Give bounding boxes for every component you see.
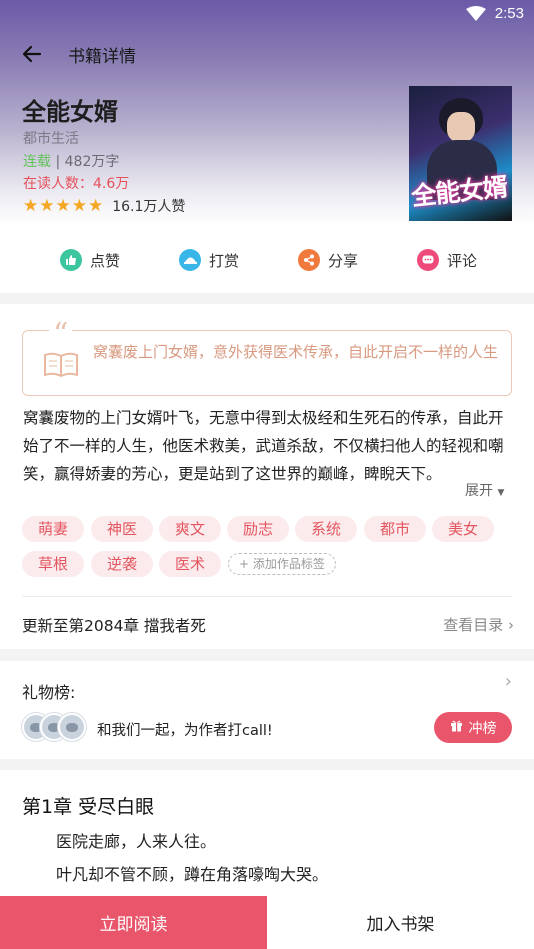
book-status: 连载	[23, 154, 51, 170]
reward-label: 打赏	[209, 251, 240, 270]
share-button[interactable]: 分享	[298, 249, 358, 271]
cover-title: 全能女婿	[409, 172, 509, 212]
avatar	[58, 713, 86, 741]
latest-chapter[interactable]: 更新至第2084章 擋我者死	[22, 614, 206, 636]
tag-item[interactable]: 神医	[91, 516, 154, 542]
comment-label: 评论	[447, 251, 478, 270]
tag-item[interactable]: 励志	[227, 516, 290, 542]
tag-item[interactable]: 草根	[22, 551, 85, 577]
chapter-line: 医院走廊，人来人往。	[56, 832, 217, 851]
wifi-icon	[466, 6, 486, 21]
catalog-link[interactable]: 查看目录 ›	[443, 614, 514, 635]
avatar-stack	[22, 713, 92, 743]
back-arrow-icon[interactable]	[20, 42, 44, 66]
share-icon	[298, 249, 320, 271]
status-time: 2:53	[494, 5, 524, 22]
tag-item[interactable]: 萌妻	[22, 516, 85, 542]
like-count: 16.1万人赞	[112, 199, 186, 215]
tag-item[interactable]: 逆袭	[91, 551, 154, 577]
chevron-right-icon[interactable]: ›	[505, 671, 512, 692]
book-description: 窝囊废物的上门女婿叶飞，无意中得到太极经和生死石的传承，自此开始了不一样的人生，…	[23, 409, 504, 483]
rank-button[interactable]: 冲榜	[434, 712, 512, 743]
top-bar: 书籍详情	[0, 38, 534, 70]
expand-button[interactable]: 展开 ▼	[465, 480, 504, 500]
star-rating-icon: ★★★★★	[23, 196, 105, 216]
chapter-title: 第1章 受尽白眼	[22, 796, 155, 818]
cover-figure-face	[447, 112, 475, 142]
expand-label: 展开	[465, 483, 493, 499]
divider	[22, 596, 512, 597]
tag-item[interactable]: 爽文	[159, 516, 222, 542]
share-label: 分享	[328, 251, 359, 270]
tag-item[interactable]: 都市	[364, 516, 427, 542]
add-tag-button[interactable]: + 添加作品标签	[228, 553, 336, 575]
rank-label: 冲榜	[468, 720, 497, 737]
comment-icon	[417, 249, 439, 271]
gift-icon	[450, 719, 463, 736]
like-label: 点赞	[90, 251, 121, 270]
bottom-bar: 立即阅读 加入书架	[0, 896, 534, 949]
tagline-box: “ 窝囊废上门女婿，意外获得医术传承，自此开启不一样的人生	[22, 317, 512, 396]
reward-button[interactable]: 打赏	[179, 249, 239, 271]
book-title: 全能女婿	[22, 98, 118, 126]
page-title: 书籍详情	[68, 47, 136, 67]
caret-down-icon: ▼	[497, 488, 505, 498]
chapter-preview[interactable]: 第1章 受尽白眼 医院走廊，人来人往。 叶凡却不管不顾，蹲在角落嚎啕大哭。	[0, 770, 534, 896]
quote-mark-icon: “	[49, 317, 73, 352]
book-genre: 都市生活	[23, 131, 79, 147]
like-button[interactable]: 点赞	[60, 249, 120, 271]
gift-cta-text: 和我们一起，为作者打call!	[97, 723, 273, 739]
tag-item[interactable]: 美女	[432, 516, 495, 542]
action-bar: 点赞 打赏 分享 评论	[0, 225, 534, 293]
reward-icon	[179, 249, 201, 271]
tagline-text: 窝囊废上门女婿，意外获得医术传承，自此开启不一样的人生	[93, 343, 499, 361]
gift-rank-title: 礼物榜:	[22, 683, 76, 702]
rating: ★★★★★ 16.1万人赞	[23, 196, 185, 216]
intro-card: “ 窝囊废上门女婿，意外获得医术传承，自此开启不一样的人生 窝囊废物的上门女婿叶…	[0, 304, 534, 649]
chapter-line: 叶凡却不管不顾，蹲在角落嚎啕大哭。	[56, 865, 329, 884]
book-cover[interactable]: 全能女婿	[409, 86, 512, 221]
comment-button[interactable]: 评论	[417, 249, 477, 271]
open-book-icon	[44, 352, 78, 378]
book-meta: 连载 | 482万字	[23, 151, 119, 171]
chevron-right-icon: ›	[508, 616, 514, 634]
tag-item[interactable]: 系统	[295, 516, 358, 542]
reader-count: 在读人数：4.6万	[23, 176, 130, 192]
word-count: 482万字	[64, 154, 120, 170]
status-bar: 2:53	[0, 0, 534, 28]
read-now-button[interactable]: 立即阅读	[0, 896, 267, 949]
catalog-label: 查看目录	[443, 616, 504, 634]
tag-item[interactable]: 医术	[159, 551, 222, 577]
gift-rank-card: 礼物榜: › 和我们一起，为作者打call! 冲榜	[0, 661, 534, 759]
meta-separator: |	[55, 154, 65, 170]
add-to-shelf-button[interactable]: 加入书架	[267, 896, 534, 949]
thumb-up-icon	[60, 249, 82, 271]
